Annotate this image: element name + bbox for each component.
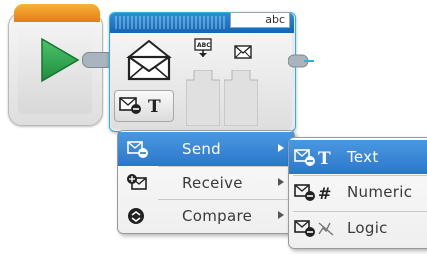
play-icon[interactable] (40, 37, 80, 83)
numeric-mode-icon: # (294, 184, 332, 202)
submenu-item-text[interactable]: T Text (289, 140, 427, 174)
submenu-arrow-icon (278, 178, 284, 186)
menu-item-receive-label: Receive (182, 174, 243, 192)
submenu-item-numeric[interactable]: # Numeric (289, 175, 427, 209)
submenu-arrow-icon (278, 144, 284, 152)
menu-item-send[interactable]: Send (118, 132, 294, 166)
envelope-icon (126, 39, 172, 81)
text-input-plug[interactable] (186, 70, 220, 126)
start-block-top-bar (14, 4, 100, 22)
submenu-item-numeric-label: Numeric (347, 183, 413, 201)
menu-item-compare[interactable]: Compare (118, 199, 294, 233)
block-header-grip[interactable] (115, 16, 225, 29)
text-input-icon: ABC (194, 38, 212, 57)
message-input-plug[interactable] (224, 70, 258, 126)
receive-icon (127, 174, 147, 190)
svg-text:ABC: ABC (197, 42, 211, 49)
svg-text:#: # (318, 184, 332, 202)
svg-text:T: T (318, 149, 331, 167)
menu-item-compare-label: Compare (182, 207, 253, 225)
send-text-mode-icon: T (119, 97, 161, 116)
message-name-field[interactable]: abc (230, 12, 290, 28)
sequence-out-connector[interactable] (288, 54, 314, 68)
mode-menu: Send Receive Compare (117, 130, 295, 234)
message-envelope-icon (234, 45, 252, 59)
menu-item-send-label: Send (182, 140, 221, 158)
menu-item-receive[interactable]: Receive (118, 166, 294, 200)
send-icon (127, 141, 148, 158)
submenu-item-logic-label: Logic (347, 219, 388, 237)
text-mode-icon: T (294, 149, 331, 167)
submenu-item-text-label: Text (347, 148, 379, 166)
send-submenu: T Text # Numeric Logic (288, 137, 427, 249)
compare-icon (128, 208, 144, 224)
submenu-arrow-icon (278, 211, 284, 219)
logic-mode-icon (294, 220, 334, 237)
submenu-item-logic[interactable]: Logic (289, 211, 427, 245)
svg-text:T: T (148, 97, 161, 116)
